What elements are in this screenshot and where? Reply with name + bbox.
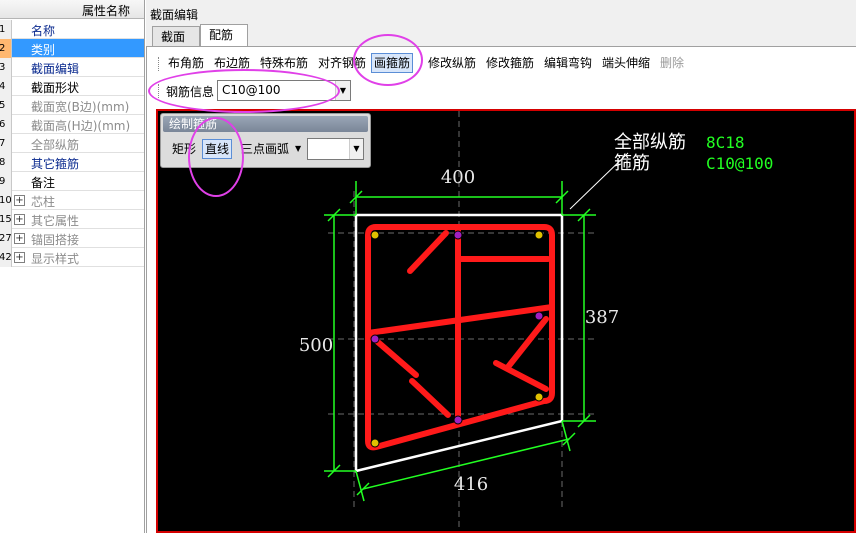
row-number: 7 bbox=[0, 134, 12, 153]
property-label: 显示样式 bbox=[31, 252, 80, 266]
property-row[interactable]: 27 + 锚固搭接 bbox=[0, 229, 144, 248]
modify-stirrup-button[interactable]: 修改箍筋 bbox=[485, 55, 535, 71]
property-header-label: 属性名称 bbox=[82, 4, 131, 18]
expand-icon[interactable]: + bbox=[14, 233, 25, 244]
legend-stirrup-label: 箍筋 bbox=[614, 153, 650, 174]
row-number: 27 bbox=[0, 229, 12, 248]
row-number: 5 bbox=[0, 96, 12, 115]
property-row[interactable]: 7 全部纵筋 bbox=[0, 134, 144, 153]
property-row[interactable]: 15 + 其它属性 bbox=[0, 210, 144, 229]
row-number: 8 bbox=[0, 153, 12, 172]
delete-button[interactable]: 删除 bbox=[659, 55, 685, 71]
property-label: 其它箍筋 bbox=[31, 157, 80, 171]
property-row[interactable]: 3 截面编辑 bbox=[0, 58, 144, 77]
property-label: 名称 bbox=[31, 24, 56, 38]
hook-1 bbox=[407, 230, 449, 274]
infobar-grip[interactable] bbox=[158, 84, 161, 98]
edit-hook-button[interactable]: 编辑弯钩 bbox=[543, 55, 593, 71]
expand-icon[interactable]: + bbox=[14, 252, 25, 263]
draw-stirrup-title[interactable]: 绘制箍筋 bbox=[163, 116, 368, 132]
row-number: 2 bbox=[0, 39, 12, 58]
hook-2 bbox=[369, 334, 419, 378]
property-row[interactable]: 6 截面高(H边)(mm) bbox=[0, 115, 144, 134]
row-number: 4 bbox=[0, 77, 12, 96]
property-row[interactable]: 4 截面形状 bbox=[0, 77, 144, 96]
property-row[interactable]: 9 备注 bbox=[0, 172, 144, 191]
dim-right-text: 387 bbox=[585, 307, 619, 328]
property-label: 锚固搭接 bbox=[31, 233, 80, 247]
stirrups bbox=[365, 224, 555, 451]
property-label: 类别 bbox=[31, 43, 56, 57]
hook-5 bbox=[493, 360, 549, 392]
property-label: 截面编辑 bbox=[31, 62, 80, 76]
row-number: 6 bbox=[0, 115, 12, 134]
expand-icon[interactable]: + bbox=[14, 214, 25, 225]
draw-stirrup-panel: 绘制箍筋 矩形 直线 三点画弧 ▼ ▼ bbox=[160, 113, 371, 168]
rectangle-button[interactable]: 矩形 bbox=[172, 141, 196, 157]
hook-4 bbox=[505, 316, 549, 370]
property-row[interactable]: 8 其它箍筋 bbox=[0, 153, 144, 172]
property-label: 芯柱 bbox=[31, 195, 56, 209]
corner-rebar-button[interactable]: 布角筋 bbox=[167, 55, 205, 71]
edge-rebar-button[interactable]: 布边筋 bbox=[213, 55, 251, 71]
row-number: 15 bbox=[0, 210, 12, 229]
rebar-info-label: 钢筋信息 bbox=[166, 85, 215, 99]
legend-longitudinal-value: 8C18 bbox=[706, 133, 745, 152]
legend-stirrup-value: C10@100 bbox=[706, 154, 773, 173]
end-extend-button[interactable]: 端头伸缩 bbox=[601, 55, 651, 71]
row-number: 1 bbox=[0, 20, 12, 39]
rebar-info-combo[interactable]: C10@100 ▼ bbox=[217, 80, 351, 101]
draw-stirrup-button[interactable]: 画箍筋 bbox=[371, 53, 414, 73]
dim-top-text: 400 bbox=[441, 167, 475, 188]
rebar-info-value[interactable]: C10@100 bbox=[222, 83, 281, 97]
arc-dropdown-icon[interactable]: ▼ bbox=[295, 141, 301, 157]
three-point-arc-button[interactable]: 三点画弧 bbox=[241, 141, 289, 157]
draw-option-combo[interactable]: ▼ bbox=[307, 138, 364, 160]
property-panel: 属性名称 1 名称 2 类别 3 截面编辑 4 截面形状 5 截面宽(B边)(mm) 6 截面高(H边… bbox=[0, 0, 145, 533]
special-rebar-button[interactable]: 特殊布筋 bbox=[259, 55, 309, 71]
dim-bottom-text: 416 bbox=[454, 474, 488, 495]
hook-3 bbox=[409, 378, 451, 418]
row-number: 3 bbox=[0, 58, 12, 77]
property-row[interactable]: 10 + 芯柱 bbox=[0, 191, 144, 210]
drawing-canvas[interactable]: 400 500 387 416 全部纵筋 8C18 箍筋 C10@100 bbox=[156, 109, 856, 533]
property-label: 截面形状 bbox=[31, 81, 80, 95]
chevron-down-icon[interactable]: ▼ bbox=[335, 81, 350, 100]
property-label: 备注 bbox=[31, 176, 56, 190]
tab-section[interactable]: 截面 bbox=[152, 26, 200, 47]
property-label: 截面宽(B边)(mm) bbox=[31, 100, 130, 114]
section-drawing: 400 500 387 416 全部纵筋 8C18 箍筋 C10@100 bbox=[299, 111, 773, 531]
row-number: 9 bbox=[0, 172, 12, 191]
line-button[interactable]: 直线 bbox=[202, 139, 233, 159]
row-number: 42 bbox=[0, 248, 12, 267]
chevron-down-icon[interactable]: ▼ bbox=[349, 139, 363, 159]
row-number: 10 bbox=[0, 191, 12, 210]
property-label: 其它属性 bbox=[31, 214, 80, 228]
align-rebar-button[interactable]: 对齐钢筋 bbox=[317, 55, 367, 71]
expand-icon[interactable]: + bbox=[14, 195, 25, 206]
property-label: 全部纵筋 bbox=[31, 138, 80, 152]
property-header: 属性名称 bbox=[0, 0, 144, 19]
editor-title: 截面编辑 bbox=[150, 8, 199, 22]
legend-longitudinal-label: 全部纵筋 bbox=[614, 132, 686, 153]
property-row[interactable]: 5 截面宽(B边)(mm) bbox=[0, 96, 144, 115]
dim-left-text: 500 bbox=[299, 335, 333, 356]
property-row[interactable]: 42 + 显示样式 bbox=[0, 248, 144, 267]
property-label: 截面高(H边)(mm) bbox=[31, 119, 131, 133]
property-row[interactable]: 2 类别 bbox=[0, 39, 144, 58]
toolbar-grip[interactable] bbox=[158, 57, 161, 71]
property-row[interactable]: 1 名称 bbox=[0, 20, 144, 39]
modify-longitudinal-button[interactable]: 修改纵筋 bbox=[427, 55, 477, 71]
tab-reinforcement[interactable]: 配筋 bbox=[200, 24, 248, 47]
